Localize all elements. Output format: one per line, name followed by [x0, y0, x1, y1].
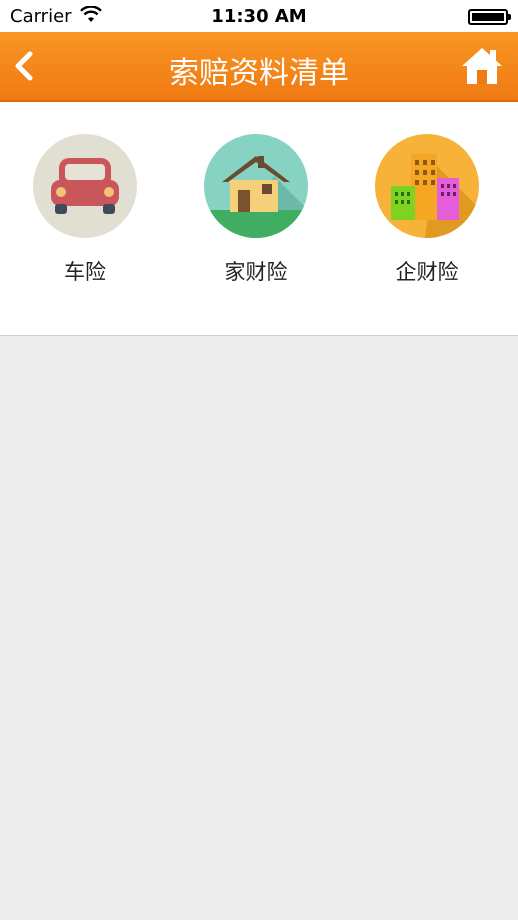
battery-icon	[468, 9, 511, 25]
content-area	[0, 337, 518, 920]
category-label: 企财险	[395, 260, 459, 284]
category-home-insurance[interactable]: 家财险	[181, 134, 331, 286]
house-icon	[204, 134, 308, 238]
car-icon	[33, 134, 137, 238]
category-enterprise-insurance[interactable]: 企财险	[352, 134, 502, 286]
home-icon	[462, 48, 502, 84]
category-label: 车险	[64, 260, 106, 284]
category-panel: 车险 家财险 企财险	[0, 102, 518, 336]
page-title: 索赔资料清单	[169, 56, 349, 91]
category-car-insurance[interactable]: 车险	[10, 134, 160, 286]
category-label: 家财险	[224, 260, 288, 284]
status-time: 11:30 AM	[211, 6, 307, 27]
buildings-icon	[375, 134, 479, 238]
home-button[interactable]	[460, 44, 504, 88]
navigation-bar: 索赔资料清单	[0, 32, 518, 102]
status-bar: Carrier 11:30 AM	[0, 0, 518, 32]
